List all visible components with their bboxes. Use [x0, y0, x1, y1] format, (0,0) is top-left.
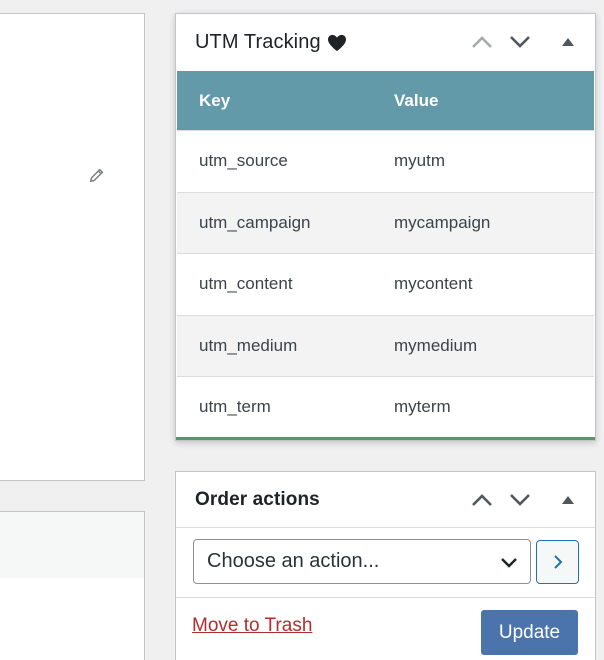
toggle-panel-icon — [562, 38, 574, 46]
pencil-icon[interactable] — [88, 166, 106, 184]
table-row: utm_content mycontent — [177, 253, 594, 315]
table-row: utm_source myutm — [177, 130, 594, 192]
utm-value: mycontent — [394, 274, 473, 294]
column-header-value: Value — [394, 90, 439, 110]
order-actions-box: Order actions Choose an action... Move t… — [175, 471, 596, 660]
utm-tracking-box: UTM Tracking Key Value utm_source myutm … — [175, 13, 596, 441]
table-row: utm_medium mymedium — [177, 314, 594, 376]
left-panel-header-band — [0, 512, 144, 578]
utm-table: Key Value utm_source myutm utm_campaign … — [177, 71, 594, 438]
toggle-panel-icon — [562, 496, 574, 504]
order-action-row: Choose an action... — [176, 528, 595, 598]
order-action-selected: Choose an action... — [207, 550, 380, 572]
utm-table-header: Key Value — [177, 71, 594, 130]
utm-key: utm_source — [199, 151, 288, 171]
move-down-button[interactable] — [501, 472, 539, 528]
move-up-icon — [472, 36, 492, 48]
utm-key: utm_campaign — [199, 212, 311, 232]
update-button[interactable]: Update — [481, 610, 578, 655]
table-row: utm_term myterm — [177, 376, 594, 438]
order-actions-title: Order actions — [195, 488, 320, 510]
utm-value: myterm — [394, 397, 451, 417]
chevron-down-icon — [501, 558, 517, 568]
utm-key: utm_term — [199, 397, 271, 417]
utm-key: utm_content — [199, 274, 293, 294]
move-down-icon — [510, 494, 530, 506]
utm-value: mycampaign — [394, 212, 491, 232]
utm-tracking-title: UTM Tracking — [195, 31, 321, 53]
heart-icon — [327, 34, 346, 51]
toggle-panel-button[interactable] — [549, 14, 587, 70]
order-actions-footer: Move to Trash Update — [176, 598, 595, 660]
order-actions-header: Order actions — [176, 472, 595, 528]
move-up-button[interactable] — [463, 472, 501, 528]
chevron-right-icon — [553, 555, 562, 569]
table-row: utm_campaign mycampaign — [177, 191, 594, 253]
toggle-panel-button[interactable] — [549, 472, 587, 528]
apply-action-button[interactable] — [536, 540, 579, 584]
utm-table-bottom-border — [176, 437, 595, 440]
order-action-select[interactable]: Choose an action... — [193, 539, 531, 584]
move-down-icon — [510, 36, 530, 48]
move-to-trash-link[interactable]: Move to Trash — [192, 615, 312, 637]
left-panel — [0, 13, 145, 481]
move-up-button[interactable] — [463, 14, 501, 70]
utm-tracking-header: UTM Tracking — [176, 14, 595, 71]
move-down-button[interactable] — [501, 14, 539, 70]
utm-value: mymedium — [394, 335, 478, 355]
move-up-icon — [472, 494, 492, 506]
column-header-key: Key — [199, 90, 231, 110]
left-panel-lower — [0, 511, 145, 660]
utm-key: utm_medium — [199, 335, 298, 355]
utm-value: myutm — [394, 151, 445, 171]
